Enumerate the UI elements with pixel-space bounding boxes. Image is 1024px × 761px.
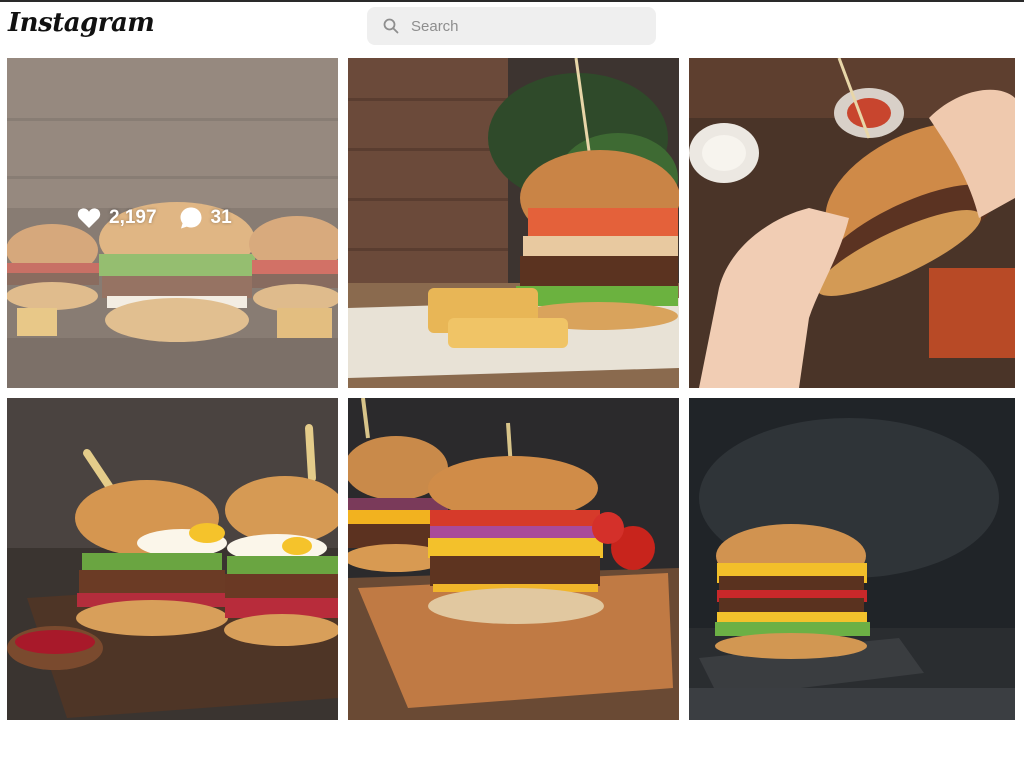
post-photo: [348, 398, 679, 720]
post-tile-2[interactable]: [348, 58, 679, 388]
comment-bubble-icon: [180, 207, 202, 229]
comments-stat: 31: [179, 206, 232, 230]
search-icon: [383, 18, 399, 34]
post-tile-4[interactable]: [7, 398, 338, 720]
post-tile-3[interactable]: [689, 58, 1015, 388]
post-photo: [348, 58, 679, 388]
instagram-explore-page: Instagram Search 2,197 31: [0, 0, 1024, 761]
post-tile-1[interactable]: 2,197 31: [7, 58, 338, 388]
likes-count: 2,197: [109, 207, 157, 228]
post-photo: [7, 398, 338, 720]
heart-icon: [77, 208, 101, 228]
post-tile-6[interactable]: [689, 398, 1015, 720]
post-photo: [689, 398, 1015, 720]
post-tile-5[interactable]: [348, 398, 679, 720]
instagram-logo[interactable]: Instagram: [8, 8, 155, 38]
top-bar: Instagram: [0, 2, 1024, 54]
post-stats: 2,197 31: [77, 206, 232, 230]
comments-count: 31: [210, 207, 232, 228]
search-box[interactable]: [367, 7, 656, 45]
search-input[interactable]: [411, 17, 641, 35]
likes-stat: 2,197: [77, 207, 157, 229]
post-photo: [689, 58, 1015, 388]
